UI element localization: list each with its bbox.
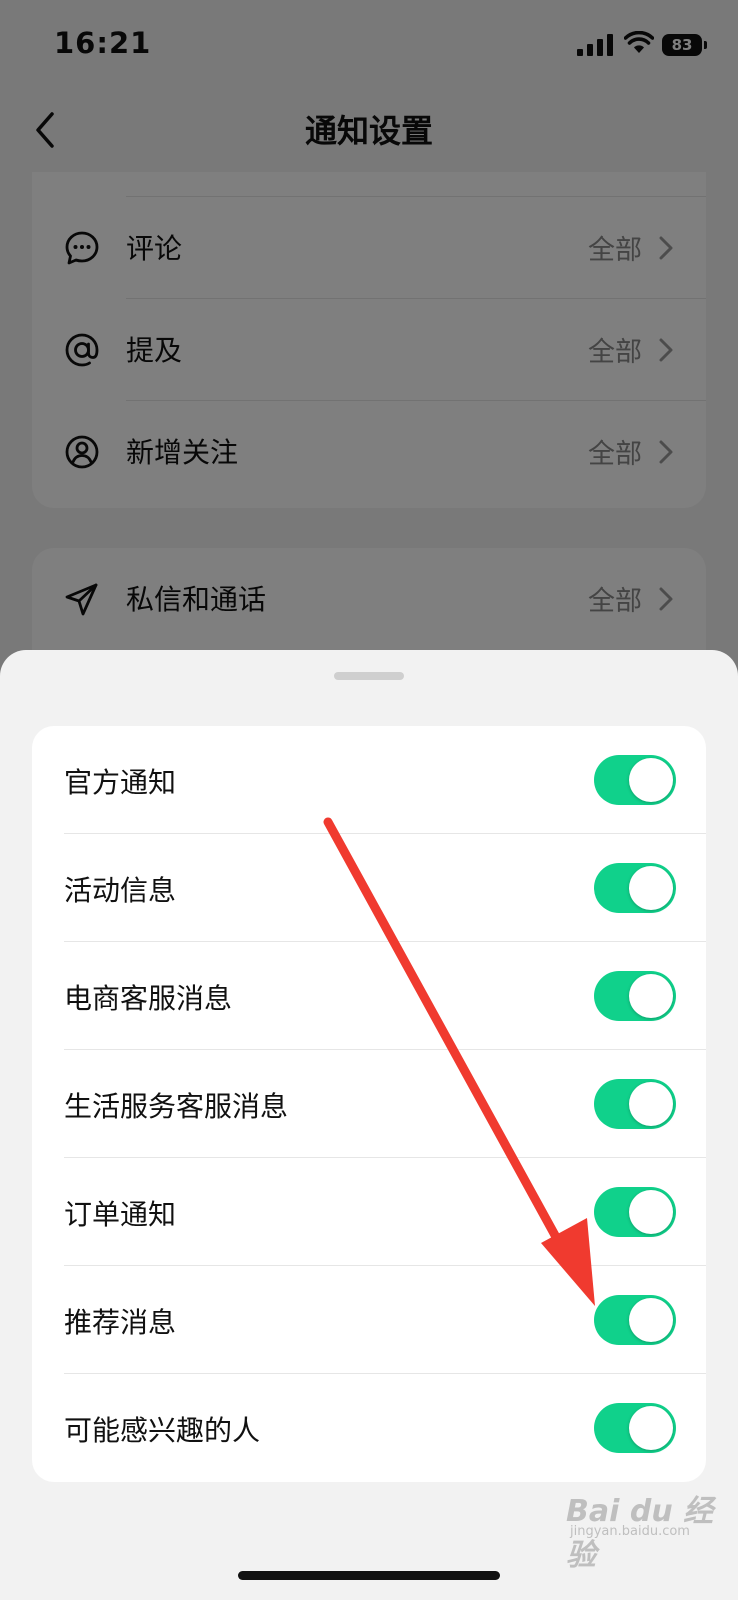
toggle-switch[interactable] (594, 755, 676, 805)
sheet-drag-handle[interactable] (334, 672, 404, 680)
toggle-switch[interactable] (594, 971, 676, 1021)
toggle-knob (629, 1406, 673, 1450)
watermark: Bai du 经验 jingyan.baidu.com (560, 1480, 730, 1573)
toggle-switch[interactable] (594, 863, 676, 913)
toggle-row-orders: 订单通知 (32, 1158, 706, 1266)
toggle-switch[interactable] (594, 1295, 676, 1345)
toggle-row-official: 官方通知 (32, 726, 706, 834)
toggle-label: 生活服务客服消息 (64, 1090, 289, 1123)
toggle-label: 活动信息 (64, 874, 177, 907)
toggle-switch[interactable] (594, 1403, 676, 1453)
toggle-switch[interactable] (594, 1079, 676, 1129)
toggle-label: 订单通知 (64, 1198, 177, 1231)
toggle-label: 官方通知 (64, 766, 177, 799)
bottom-sheet: 官方通知 活动信息 电商客服消息 生活服务客服消息 订单通知 推荐消息 可能感兴… (0, 650, 738, 1600)
toggle-knob (629, 1298, 673, 1342)
toggle-row-people-you-may-know: 可能感兴趣的人 (32, 1374, 706, 1482)
toggle-row-ecommerce-service: 电商客服消息 (32, 942, 706, 1050)
toggle-switch[interactable] (594, 1187, 676, 1237)
toggle-label: 推荐消息 (64, 1306, 177, 1339)
watermark-sub: jingyan.baidu.com (570, 1524, 690, 1539)
toggle-knob (629, 1082, 673, 1126)
toggle-row-recommended: 推荐消息 (32, 1266, 706, 1374)
toggle-label: 电商客服消息 (64, 982, 233, 1015)
toggle-knob (629, 758, 673, 802)
toggle-knob (629, 1190, 673, 1234)
toggle-row-life-service: 生活服务客服消息 (32, 1050, 706, 1158)
toggle-list: 官方通知 活动信息 电商客服消息 生活服务客服消息 订单通知 推荐消息 可能感兴… (32, 726, 706, 1482)
toggle-knob (629, 974, 673, 1018)
toggle-row-activity: 活动信息 (32, 834, 706, 942)
home-indicator (238, 1571, 500, 1580)
toggle-knob (629, 866, 673, 910)
toggle-label: 可能感兴趣的人 (64, 1414, 261, 1447)
